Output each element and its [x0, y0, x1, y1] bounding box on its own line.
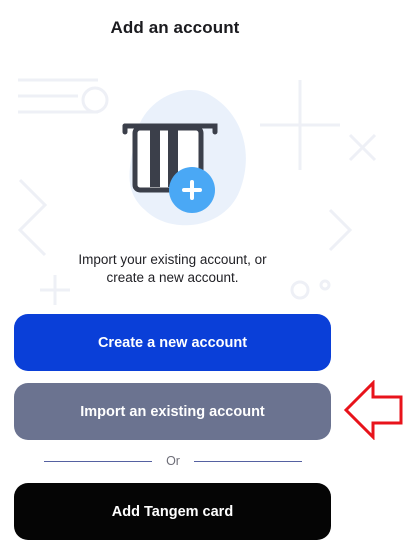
- red-arrow-annotation-icon: [343, 380, 403, 440]
- description-line-2: create a new account.: [106, 270, 239, 285]
- add-tangem-card-button[interactable]: Add Tangem card: [14, 483, 331, 540]
- description-line-1: Import your existing account, or: [78, 252, 267, 267]
- create-account-button[interactable]: Create a new account: [14, 314, 331, 371]
- account-illustration: [122, 90, 246, 226]
- page-title: Add an account: [110, 18, 240, 37]
- import-account-button[interactable]: Import an existing account: [14, 383, 331, 440]
- or-divider: Or: [44, 452, 303, 470]
- divider-line-left: [44, 460, 153, 462]
- description-text: Import your existing account, or create …: [0, 251, 345, 287]
- add-icon: [169, 167, 215, 213]
- plus-icon: [182, 180, 202, 200]
- divider-label: Or: [166, 454, 180, 468]
- divider-line-right: [193, 460, 303, 462]
